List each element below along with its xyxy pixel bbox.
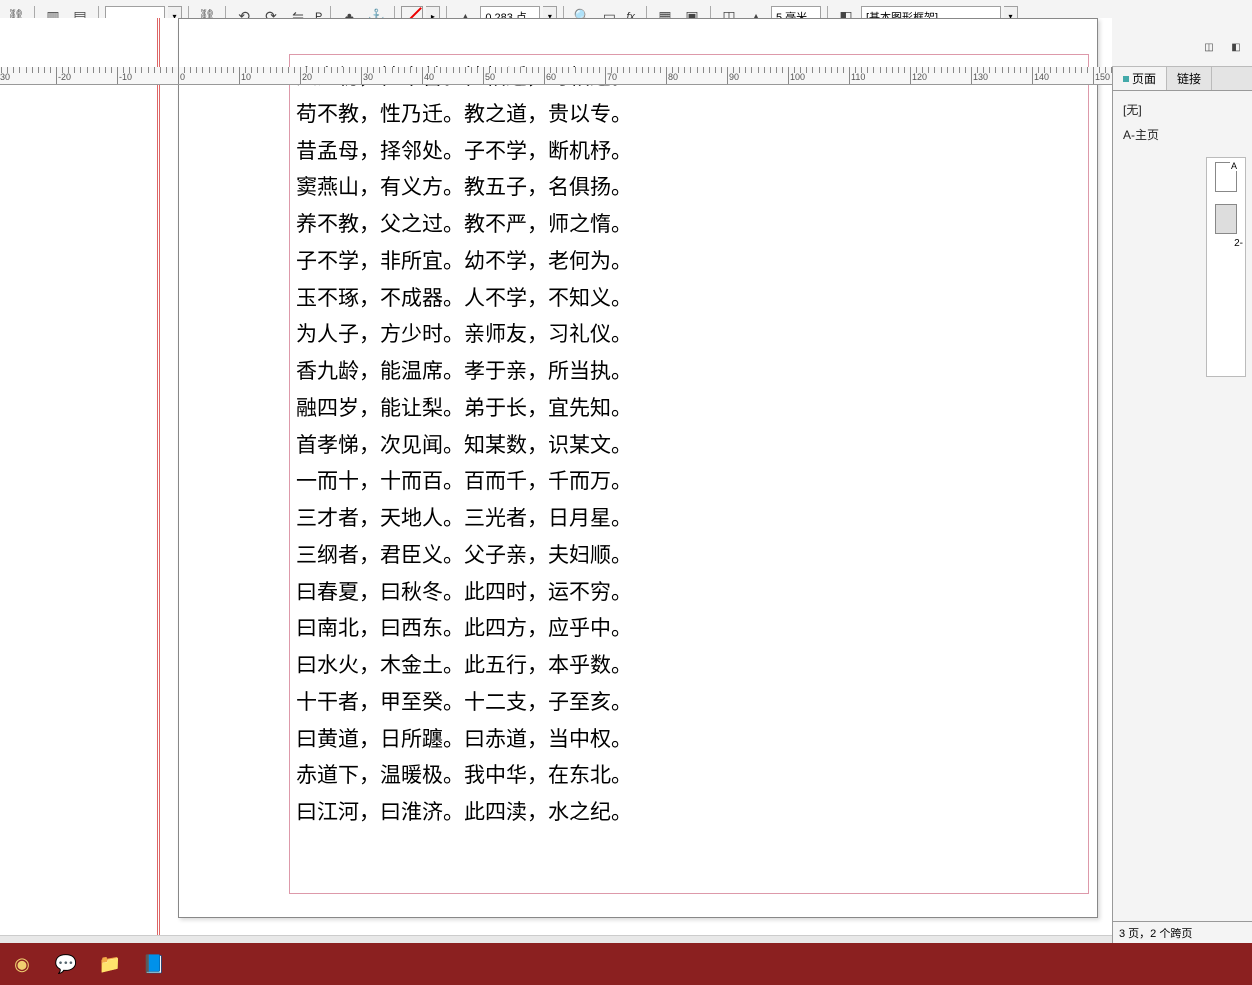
text-line[interactable]: 子不学，非所宜。幼不学，老何为。 bbox=[296, 243, 1082, 280]
panel-body: [无] A-主页 bbox=[1113, 91, 1252, 153]
pages-panel: 页面 链接 [无] A-主页 A 2- 3 页，2 个跨页 bbox=[1112, 67, 1252, 943]
text-line[interactable]: 窦燕山，有义方。教五子，名俱扬。 bbox=[296, 169, 1082, 206]
small-opt1-icon[interactable]: ◫ bbox=[1197, 36, 1221, 60]
text-line[interactable]: 曰江河，曰淮济。此四渎，水之纪。 bbox=[296, 794, 1082, 831]
taskbar-app2-icon[interactable]: 📁 bbox=[96, 950, 124, 978]
page-thumb-2[interactable] bbox=[1215, 204, 1237, 234]
page-thumbnails: A 2- bbox=[1206, 157, 1246, 377]
taskbar-app3-icon[interactable]: 📘 bbox=[140, 950, 168, 978]
document-canvas[interactable]: 人之初，性本善。性相近，习相远。苟不教，性乃迁。教之道，贵以专。昔孟母，择邻处。… bbox=[0, 18, 1112, 985]
text-line[interactable]: 香九龄，能温席。孝于亲，所当执。 bbox=[296, 353, 1082, 390]
text-line[interactable]: 三才者，天地人。三光者，日月星。 bbox=[296, 500, 1082, 537]
thumb-range-label: 2- bbox=[1234, 238, 1243, 249]
small-opt2-icon[interactable]: ◧ bbox=[1224, 36, 1248, 60]
text-line[interactable]: 曰黄道，日所躔。曰赤道，当中权。 bbox=[296, 721, 1082, 758]
margin-guide bbox=[159, 18, 160, 967]
start-icon[interactable]: ◉ bbox=[8, 950, 36, 978]
text-line[interactable]: 养不教，父之过。教不严，师之惰。 bbox=[296, 206, 1082, 243]
text-line[interactable]: 为人子，方少时。亲师友，习礼仪。 bbox=[296, 316, 1082, 353]
text-line[interactable]: 赤道下，温暖极。我中华，在东北。 bbox=[296, 757, 1082, 794]
text-line[interactable]: 十干者，甲至癸。十二支，子至亥。 bbox=[296, 684, 1082, 721]
text-line[interactable]: 三纲者，君臣义。父子亲，夫妇顺。 bbox=[296, 537, 1082, 574]
horizontal-ruler[interactable]: -30-20-100102030405060708090100110120130… bbox=[0, 67, 1112, 85]
text-line[interactable]: 融四岁，能让梨。弟于长，宜先知。 bbox=[296, 390, 1082, 427]
text-line[interactable]: 苟不教，性乃迁。教之道，贵以专。 bbox=[296, 96, 1082, 133]
status-strip bbox=[0, 935, 1252, 943]
text-line[interactable]: 曰南北，曰西东。此四方，应乎中。 bbox=[296, 610, 1082, 647]
text-line[interactable]: 玉不琢，不成器。人不学，不知义。 bbox=[296, 280, 1082, 317]
panel-tabs: 页面 链接 bbox=[1113, 67, 1252, 91]
taskbar-app1-icon[interactable]: 💬 bbox=[52, 950, 80, 978]
bleed-guide bbox=[157, 18, 158, 967]
document-text[interactable]: 人之初，性本善。性相近，习相远。苟不教，性乃迁。教之道，贵以专。昔孟母，择邻处。… bbox=[290, 55, 1088, 835]
page: 人之初，性本善。性相近，习相远。苟不教，性乃迁。教之道，贵以专。昔孟母，择邻处。… bbox=[178, 18, 1098, 918]
text-line[interactable]: 曰水火，木金土。此五行，本乎数。 bbox=[296, 647, 1082, 684]
panel-status: 3 页，2 个跨页 bbox=[1113, 921, 1252, 943]
master-none-item[interactable]: [无] bbox=[1121, 97, 1244, 122]
tab-pages[interactable]: 页面 bbox=[1113, 67, 1167, 90]
tab-links[interactable]: 链接 bbox=[1167, 67, 1212, 90]
text-line[interactable]: 昔孟母，择邻处。子不学，断机杼。 bbox=[296, 133, 1082, 170]
text-line[interactable]: 曰春夏，曰秋冬。此四时，运不穷。 bbox=[296, 574, 1082, 611]
page-thumb-a[interactable]: A bbox=[1215, 162, 1237, 192]
text-line[interactable]: 一而十，十而百。百而千，千而万。 bbox=[296, 463, 1082, 500]
text-frame[interactable]: 人之初，性本善。性相近，习相远。苟不教，性乃迁。教之道，贵以专。昔孟母，择邻处。… bbox=[289, 54, 1089, 894]
text-line[interactable]: 首孝悌，次见闻。知某数，识某文。 bbox=[296, 427, 1082, 464]
taskbar: ◉ 💬 📁 📘 bbox=[0, 943, 1252, 985]
master-a-item[interactable]: A-主页 bbox=[1121, 122, 1244, 147]
